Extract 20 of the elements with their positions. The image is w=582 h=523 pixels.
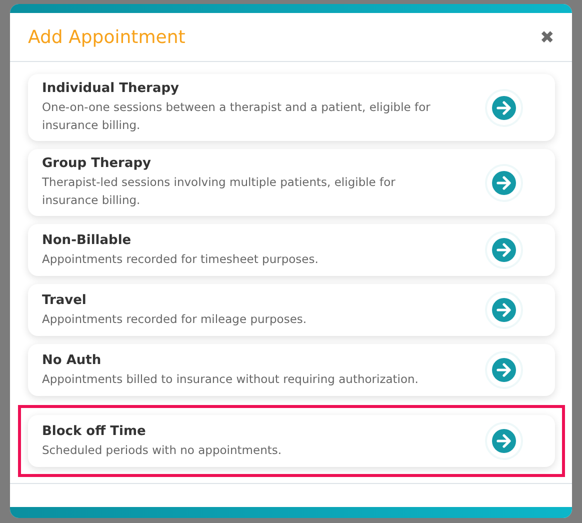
- option-description: Appointments recorded for timesheet purposes.: [42, 250, 320, 268]
- option-card[interactable]: Travel Appointments recorded for mileage purposes.: [28, 284, 555, 336]
- option-card[interactable]: No Auth Appointments billed to insurance without requiring authorization.: [28, 344, 555, 396]
- option-card[interactable]: Individual Therapy One-on-one sessions between a therapist and a patient, eligible for insurance billing.: [28, 74, 555, 141]
- option-title: Group Therapy: [42, 156, 152, 171]
- option-title: Travel: [42, 292, 88, 308]
- option-description: Appointments billed to insurance without requiring authorization.: [42, 370, 420, 388]
- option-title: Block off Time: [42, 424, 147, 438]
- option-title: Individual Therapy: [42, 81, 180, 96]
- option-description: One-on-one sessions between a therapist and a patient, eligible for insurance billing.: [42, 99, 432, 134]
- option-card[interactable]: Non-Billable Appointments recorded for timesheet purposes.: [28, 224, 555, 276]
- option-description: Appointments recorded for mileage purposes.: [42, 310, 308, 328]
- dialog-title: Add Appointment: [28, 26, 186, 48]
- close-button[interactable]: ✖: [540, 26, 554, 48]
- option-card[interactable]: Group Therapy Therapist-led sessions involving multiple patients, eligible for insurance billing.: [28, 149, 555, 216]
- option-title: Non-Billable: [42, 232, 132, 248]
- option-description: Scheduled periods with no appointments.: [42, 442, 283, 458]
- option-description: Therapist-led sessions involving multiple patients, eligible for insurance billing.: [42, 174, 396, 209]
- option-card[interactable]: Block off Time Scheduled periods with no appointments.: [28, 415, 555, 467]
- option-title: No Auth: [42, 352, 102, 368]
